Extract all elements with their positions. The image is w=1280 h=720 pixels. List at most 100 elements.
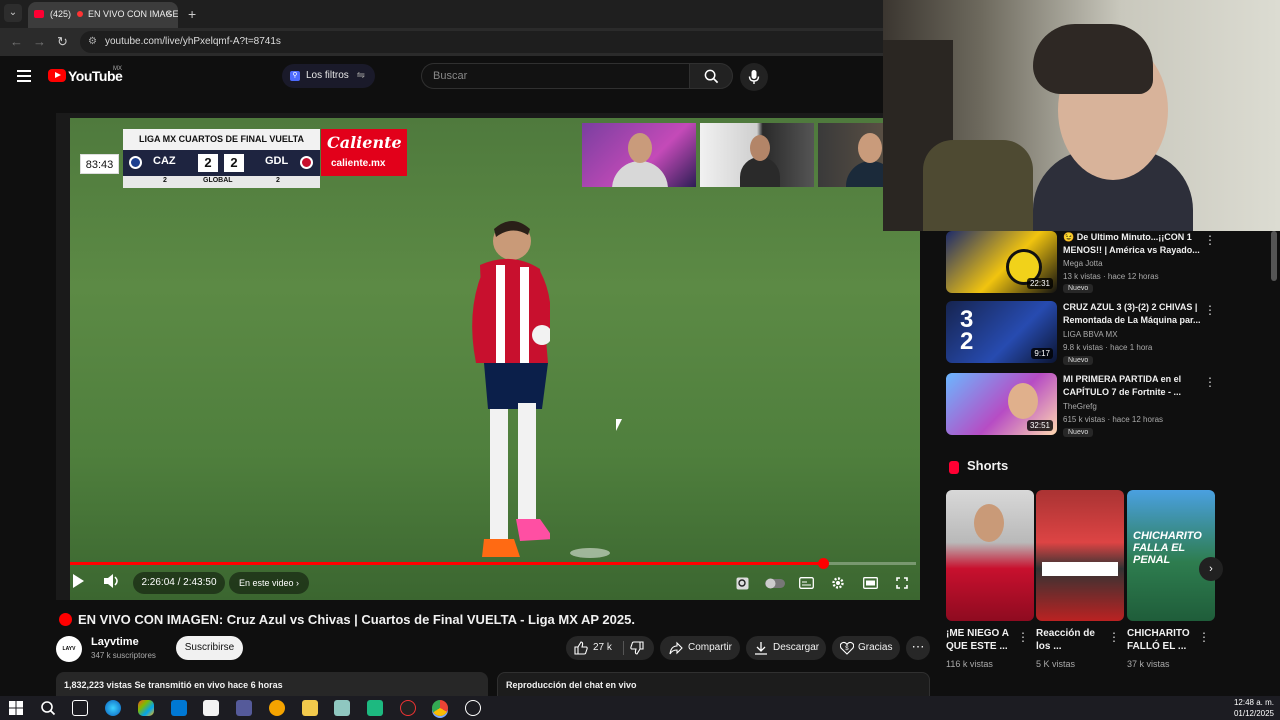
thanks-button[interactable]: $ Gracias <box>832 636 900 660</box>
mail-icon[interactable] <box>171 700 187 716</box>
cam-2-face <box>750 135 770 161</box>
short-more-icon[interactable]: ⋮ <box>1108 630 1120 644</box>
scorebug-scores: CAZ 2 2 GDL <box>123 150 320 176</box>
dislike-icon[interactable] <box>630 641 644 655</box>
download-label: Descargar <box>773 642 820 653</box>
short-more-icon[interactable]: ⋮ <box>1198 630 1210 644</box>
tab-search-icon[interactable]: ⌄ <box>4 4 22 22</box>
like-icon[interactable] <box>574 641 588 655</box>
app-green-icon[interactable] <box>367 700 383 716</box>
recommendation-title[interactable]: MI PRIMERA PARTIDA en el CAPÍTULO 7 de F… <box>1063 373 1203 399</box>
app-circle-icon[interactable] <box>465 700 481 716</box>
short-more-icon[interactable]: ⋮ <box>1017 630 1029 644</box>
fullscreen-icon[interactable] <box>896 577 908 589</box>
away-aggregate: 2 <box>276 177 280 184</box>
recommendation-thumbnail[interactable]: 32:51 <box>946 373 1057 435</box>
recommendation-thumbnail[interactable]: 32 9:17 <box>946 301 1057 363</box>
channel-avatar[interactable]: LAYV <box>56 636 82 662</box>
reload-icon[interactable]: ↻ <box>57 34 68 50</box>
new-tab-icon[interactable]: + <box>188 6 196 22</box>
recommendation-item[interactable]: 32 9:17 CRUZ AZUL 3 (3)-(2) 2 CHIVAS | R… <box>946 301 1266 365</box>
recommendation-channel[interactable]: TheGrefg <box>1063 402 1097 411</box>
chat-replay-label: Reproducción del chat en vivo <box>506 680 637 690</box>
download-button[interactable]: Descargar <box>746 636 826 660</box>
cam-1-face <box>628 133 652 163</box>
settings-gear-icon[interactable] <box>831 576 845 590</box>
obs-icon[interactable] <box>400 700 416 716</box>
browser-tab[interactable]: (425) EN VIVO CON IMAGEN × <box>28 2 178 28</box>
autoplay-toggle-icon[interactable] <box>765 578 785 589</box>
subtitles-icon[interactable] <box>799 577 814 589</box>
video-player[interactable]: 83:43 LIGA MX CUARTOS DE FINAL VUELTA CA… <box>56 113 920 600</box>
menu-icon[interactable] <box>17 70 31 82</box>
channel-name[interactable]: Layvtime <box>91 636 139 648</box>
task-view-icon[interactable] <box>72 700 88 716</box>
more-options-icon[interactable]: ⋮ <box>1204 375 1216 389</box>
download-icon <box>755 642 767 655</box>
chrome-icon[interactable] <box>432 700 448 716</box>
back-icon[interactable]: ← <box>10 34 23 49</box>
clock-date: 01/12/2025 <box>1233 709 1274 718</box>
short-title[interactable]: ¡ME NIEGO A QUE ESTE ... <box>946 627 1018 653</box>
sidebar-scrollbar[interactable] <box>1271 231 1277 281</box>
forward-icon[interactable]: → <box>33 34 46 49</box>
more-actions-icon[interactable]: ⋯ <box>906 636 930 660</box>
recommendation-item[interactable]: 32:51 MI PRIMERA PARTIDA en el CAPÍTULO … <box>946 373 1266 437</box>
voice-search-button[interactable] <box>740 63 768 91</box>
thanks-label: Gracias <box>858 642 893 653</box>
recommendation-channel[interactable]: Mega Jotta <box>1063 259 1103 268</box>
video-frame[interactable]: 83:43 LIGA MX CUARTOS DE FINAL VUELTA CA… <box>70 118 920 600</box>
chapters-button[interactable]: En este video › <box>229 572 309 594</box>
taskbar-search-icon[interactable] <box>40 700 56 716</box>
more-options-icon[interactable]: ⋮ <box>1204 233 1216 247</box>
commentator-cam-2 <box>700 123 814 187</box>
video-duration: 32:51 <box>1026 420 1053 431</box>
short-thumbnail[interactable] <box>946 490 1034 621</box>
site-info-icon[interactable]: ⚙ <box>88 36 97 47</box>
short-views: 37 k vistas <box>1127 659 1170 669</box>
search-icon <box>704 69 719 84</box>
windows-start-icon[interactable] <box>8 700 24 716</box>
theater-mode-icon[interactable] <box>863 577 878 589</box>
youtube-logo-icon[interactable] <box>48 69 66 82</box>
mouse-cursor-icon <box>616 419 622 431</box>
short-thumbnail[interactable]: CHICHARITO FALLA EL PENAL <box>1127 490 1215 621</box>
tab-close-icon[interactable]: × <box>166 8 172 20</box>
home-team: CAZ <box>153 155 176 167</box>
search-input[interactable]: Buscar <box>421 63 689 89</box>
search-button[interactable] <box>689 63 733 89</box>
more-options-icon[interactable]: ⋮ <box>1204 303 1216 317</box>
recommendation-item[interactable]: 22:31 😉 De Ultimo Minuto...¡¡CON 1 MENOS… <box>946 231 1266 295</box>
volume-icon[interactable] <box>103 573 121 589</box>
scrubber-handle[interactable] <box>817 558 829 569</box>
recommendation-title[interactable]: 😉 De Ultimo Minuto...¡¡CON 1 MENOS!! | A… <box>1063 231 1203 257</box>
notepad-icon[interactable] <box>334 700 350 716</box>
video-title: EN VIVO CON IMAGEN: Cruz Azul vs Chivas … <box>78 612 635 627</box>
subscribe-button[interactable]: Suscribirse <box>176 636 243 660</box>
filters-button[interactable]: ⚲ Los filtros ⇋ <box>282 64 375 88</box>
short-title[interactable]: CHICHARITO FALLÓ EL ... <box>1127 627 1199 653</box>
progress-bar[interactable] <box>70 558 916 569</box>
extension-control-icon[interactable] <box>736 577 749 590</box>
share-button[interactable]: Compartir <box>660 636 740 660</box>
shorts-next-icon[interactable]: › <box>1199 557 1223 581</box>
edge-icon[interactable] <box>105 700 121 716</box>
copilot-icon[interactable] <box>138 700 154 716</box>
like-divider <box>623 641 624 655</box>
file-explorer-icon[interactable] <box>302 700 318 716</box>
recommendation-channel[interactable]: LIGA BBVA MX <box>1063 330 1118 339</box>
youtube-favicon-icon <box>34 10 44 18</box>
recommendation-title[interactable]: CRUZ AZUL 3 (3)-(2) 2 CHIVAS | Remontada… <box>1063 301 1203 327</box>
recommendation-thumbnail[interactable]: 22:31 <box>946 231 1057 293</box>
short-thumbnail[interactable] <box>1036 490 1124 621</box>
app-icon[interactable] <box>269 700 285 716</box>
recommendation-meta: 13 k vistas · hace 12 horas <box>1063 272 1159 281</box>
svg-text:$: $ <box>845 646 849 652</box>
play-icon[interactable] <box>71 573 85 589</box>
store-icon[interactable] <box>203 700 219 716</box>
short-title[interactable]: Reacción de los ... <box>1036 627 1108 653</box>
caption-strip <box>1042 562 1118 576</box>
system-clock[interactable]: 12:48 a. m. 01/12/2025 <box>1234 697 1274 719</box>
teams-icon[interactable] <box>236 700 252 716</box>
like-count: 27 k <box>593 642 612 653</box>
